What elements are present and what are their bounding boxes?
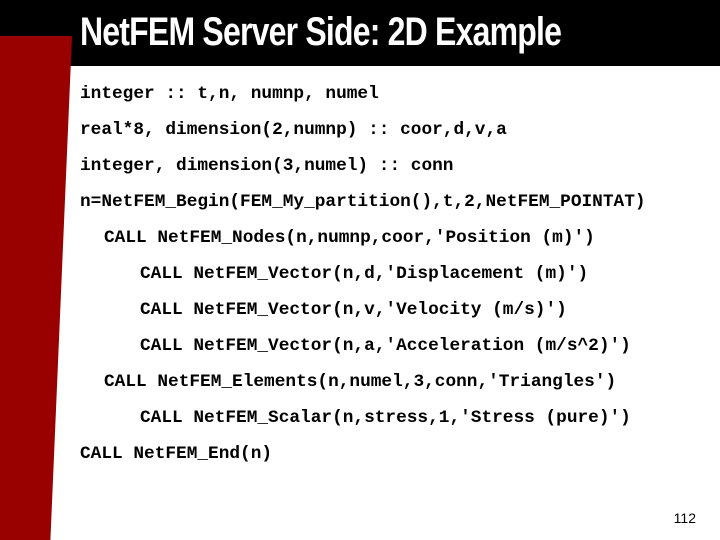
- code-line: CALL NetFEM_Vector(n,a,'Acceleration (m/…: [140, 336, 631, 356]
- code-line: CALL NetFEM_Scalar(n,stress,1,'Stress (p…: [140, 408, 631, 428]
- accent-bar: [0, 36, 72, 540]
- code-line: CALL NetFEM_Elements(n,numel,3,conn,'Tri…: [104, 372, 617, 392]
- code-line: real*8, dimension(2,numnp) :: coor,d,v,a: [80, 120, 507, 140]
- code-line: CALL NetFEM_Vector(n,d,'Displacement (m)…: [140, 264, 589, 284]
- slide-title: NetFEM Server Side: 2D Example: [80, 10, 562, 54]
- code-line: CALL NetFEM_Vector(n,v,'Velocity (m/s)'): [140, 300, 567, 320]
- code-line: CALL NetFEM_End(n): [80, 444, 273, 464]
- code-line: integer, dimension(3,numel) :: conn: [80, 156, 454, 176]
- page-number: 112: [673, 510, 696, 526]
- code-line: CALL NetFEM_Nodes(n,numnp,coor,'Position…: [104, 228, 595, 248]
- code-line: n=NetFEM_Begin(FEM_My_partition(),t,2,Ne…: [80, 192, 646, 212]
- code-line: integer :: t,n, numnp, numel: [80, 84, 379, 104]
- code-listing: integer :: t,n, numnp, numel real*8, dim…: [80, 76, 646, 472]
